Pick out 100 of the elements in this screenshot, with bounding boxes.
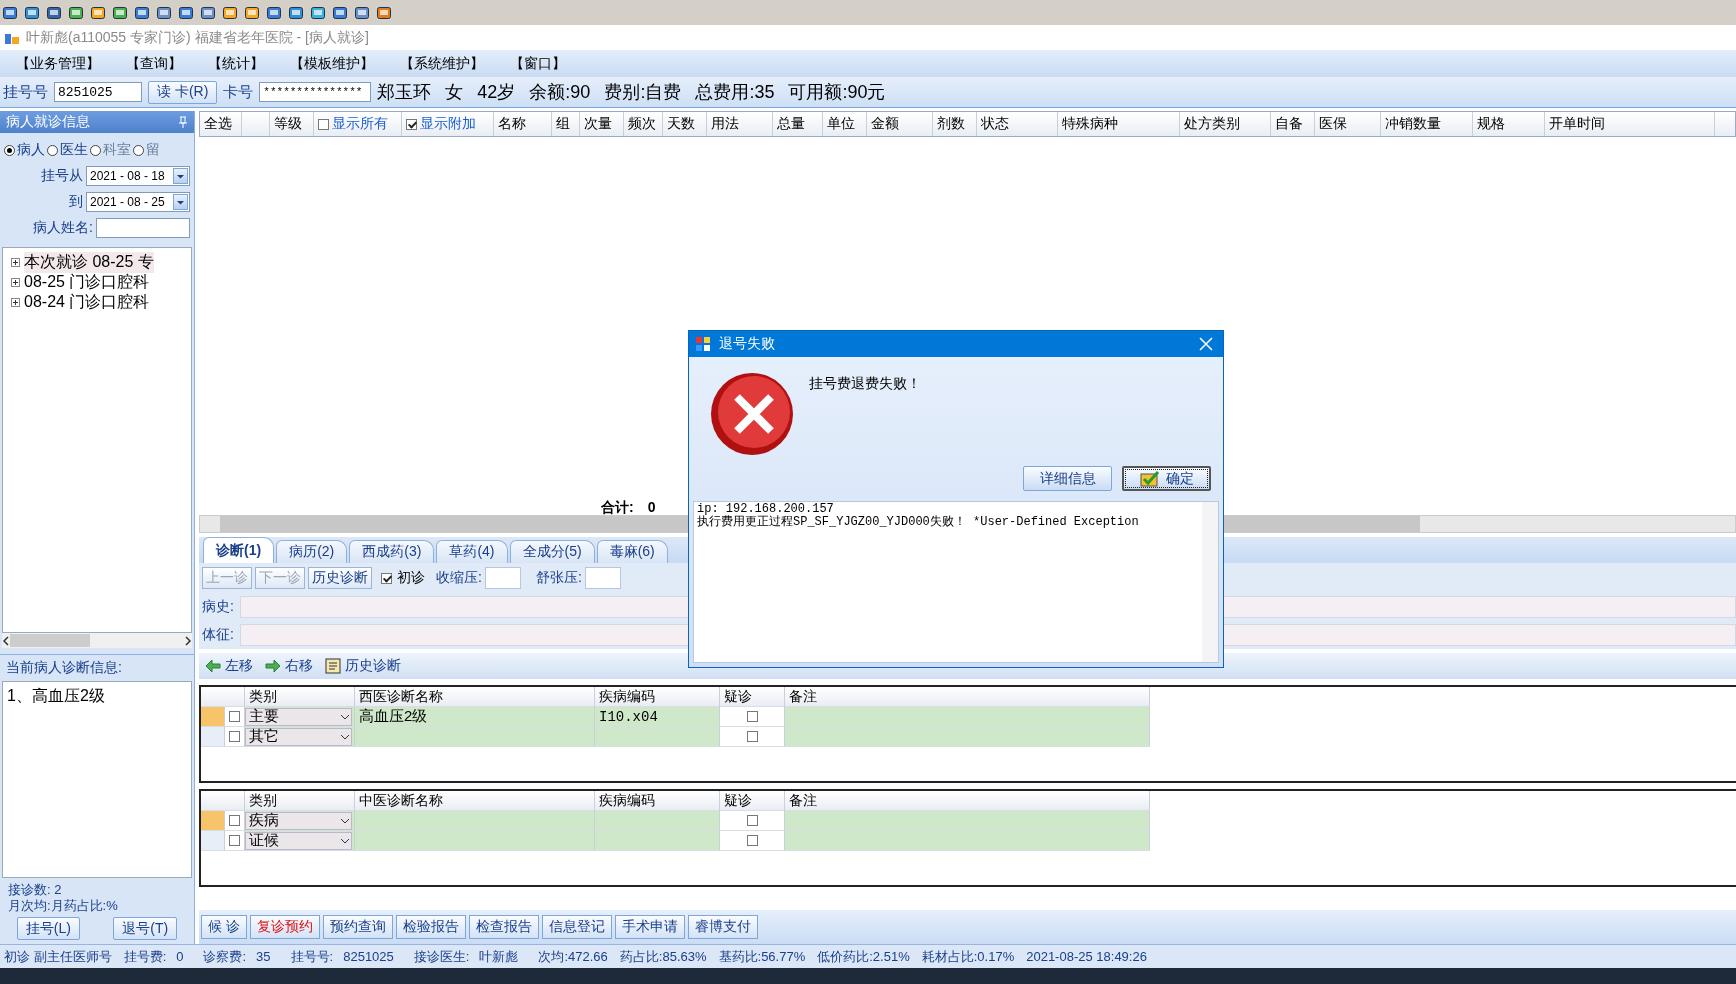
input-field[interactable] <box>584 567 621 589</box>
checkbox[interactable] <box>746 815 758 826</box>
toolbar-icon[interactable] <box>2 4 18 21</box>
column-header[interactable]: 处方类别 <box>1184 115 1240 133</box>
category-dropdown[interactable]: 主要 <box>245 707 352 726</box>
column-header[interactable]: 用法 <box>711 115 739 133</box>
checkbox[interactable] <box>229 835 240 846</box>
checkbox[interactable] <box>318 118 329 130</box>
action-button[interactable]: 检查报告 <box>468 915 539 939</box>
column-header[interactable]: 特殊病种 <box>1062 115 1118 133</box>
menu-item[interactable]: 【窗口】 <box>510 54 566 73</box>
close-icon[interactable] <box>1199 337 1213 351</box>
filter-radio[interactable]: 病人 <box>4 141 45 159</box>
toolbar-icon[interactable] <box>266 4 282 21</box>
expand-icon[interactable] <box>11 297 20 307</box>
column-header[interactable]: 剂数 <box>937 115 965 133</box>
column-header[interactable]: 次量 <box>584 115 612 133</box>
tab[interactable]: 病历(2) <box>276 540 348 563</box>
filter-radio[interactable]: 医生 <box>47 141 88 159</box>
toolbar-icon[interactable] <box>156 4 172 21</box>
date-field[interactable]: 2021 - 08 - 25 <box>86 192 190 212</box>
column-header[interactable]: 全选 <box>204 115 232 133</box>
column-header[interactable]: 规格 <box>1477 115 1505 133</box>
visit-item[interactable]: 08-24 门诊口腔科 <box>24 291 150 313</box>
dropdown-button[interactable] <box>173 168 188 184</box>
action-button[interactable]: 退号(T) <box>113 917 178 940</box>
toolbar-icon[interactable] <box>310 4 326 21</box>
toolbar-button[interactable]: 右移 <box>265 657 313 675</box>
menu-item[interactable]: 【业务管理】 <box>16 54 100 73</box>
column-header[interactable]: 组 <box>556 115 570 133</box>
scrollbar-thumb[interactable] <box>10 634 90 647</box>
toolbar-icon[interactable] <box>178 4 194 21</box>
action-button[interactable]: 手术申请 <box>614 915 685 939</box>
action-button[interactable]: 候 诊 <box>201 915 247 939</box>
tab[interactable]: 诊断(1) <box>203 537 275 563</box>
checkbox[interactable] <box>746 835 758 846</box>
toolbar-icon[interactable] <box>112 4 128 21</box>
pin-icon[interactable] <box>178 116 188 128</box>
tab[interactable]: 毒麻(6) <box>596 540 668 563</box>
checkbox[interactable] <box>381 572 392 584</box>
tab[interactable]: 草药(4) <box>436 540 508 563</box>
toolbar-icon[interactable] <box>244 4 260 21</box>
scrollbar[interactable] <box>1202 502 1218 662</box>
column-header[interactable]: 状态 <box>981 115 1009 133</box>
toolbar-icon[interactable] <box>90 4 106 21</box>
toolbar-icon[interactable] <box>24 4 40 21</box>
column-header[interactable]: 等级 <box>274 115 302 133</box>
registration-field[interactable]: 8251025 <box>54 82 142 102</box>
expand-icon[interactable] <box>11 257 20 267</box>
column-header[interactable]: 名称 <box>498 115 526 133</box>
column-header[interactable]: 单位 <box>827 115 855 133</box>
menu-item[interactable]: 【系统维护】 <box>400 54 484 73</box>
scroll-right-icon[interactable] <box>184 635 192 646</box>
toolbar-button[interactable]: 历史诊断 <box>308 567 372 589</box>
checkbox[interactable] <box>746 731 758 742</box>
category-dropdown[interactable]: 证候 <box>245 831 352 850</box>
toolbar-icon[interactable] <box>354 4 370 21</box>
toolbar-icon[interactable] <box>222 4 238 21</box>
toolbar-icon[interactable] <box>376 4 392 21</box>
visit-item[interactable]: 本次就诊 08-25 专 <box>24 251 154 273</box>
action-button[interactable]: 信息登记 <box>541 915 612 939</box>
card-number-field[interactable]: *************** <box>259 82 372 102</box>
column-header[interactable]: 频次 <box>628 115 656 133</box>
column-header[interactable]: 金额 <box>871 115 899 133</box>
column-header[interactable]: 天数 <box>667 115 695 133</box>
date-field[interactable]: 2021 - 08 - 18 <box>86 166 190 186</box>
column-header[interactable]: 医保 <box>1319 115 1347 133</box>
dialog-button[interactable]: 确定 <box>1122 466 1211 491</box>
category-dropdown[interactable]: 其它 <box>245 727 352 746</box>
column-header[interactable]: 冲销数量 <box>1385 115 1441 133</box>
toolbar-icon[interactable] <box>68 4 84 21</box>
tab[interactable]: 西成药(3) <box>349 540 435 563</box>
menu-item[interactable]: 【查询】 <box>126 54 182 73</box>
dropdown-button[interactable] <box>173 194 188 210</box>
toolbar-icon[interactable] <box>134 4 150 21</box>
action-button[interactable]: 睿博支付 <box>687 915 758 939</box>
column-header[interactable]: 总量 <box>777 115 805 133</box>
toolbar-button[interactable]: 历史诊断 <box>325 657 401 675</box>
menu-item[interactable]: 【模板维护】 <box>290 54 374 73</box>
action-button[interactable]: 预约查询 <box>322 915 393 939</box>
checkbox[interactable] <box>229 711 240 722</box>
action-button[interactable]: 挂号(L) <box>16 917 80 940</box>
checkbox[interactable] <box>229 731 240 742</box>
checkbox[interactable] <box>229 815 240 826</box>
column-header[interactable]: 自备 <box>1275 115 1303 133</box>
checkbox[interactable] <box>406 118 417 130</box>
toolbar-icon[interactable] <box>332 4 348 21</box>
action-button[interactable]: 复诊预约 <box>249 915 320 939</box>
visit-item[interactable]: 08-25 门诊口腔科 <box>24 271 150 293</box>
dialog-button[interactable]: 详细信息 <box>1023 466 1112 491</box>
action-button[interactable]: 检验报告 <box>395 915 466 939</box>
checkbox[interactable] <box>746 711 758 722</box>
expand-icon[interactable] <box>11 277 20 287</box>
menu-item[interactable]: 【统计】 <box>208 54 264 73</box>
tab[interactable]: 全成分(5) <box>509 540 595 563</box>
column-header[interactable]: 开单时间 <box>1549 115 1605 133</box>
category-dropdown[interactable]: 疾病 <box>245 811 352 830</box>
details-box[interactable]: ip: 192.168.200.157 执行费用更正过程SP_SF_YJGZ00_YJD000失败！ *User-Defined Exception <box>693 501 1219 663</box>
toolbar-icon[interactable] <box>200 4 216 21</box>
scroll-left-icon[interactable] <box>2 635 10 646</box>
